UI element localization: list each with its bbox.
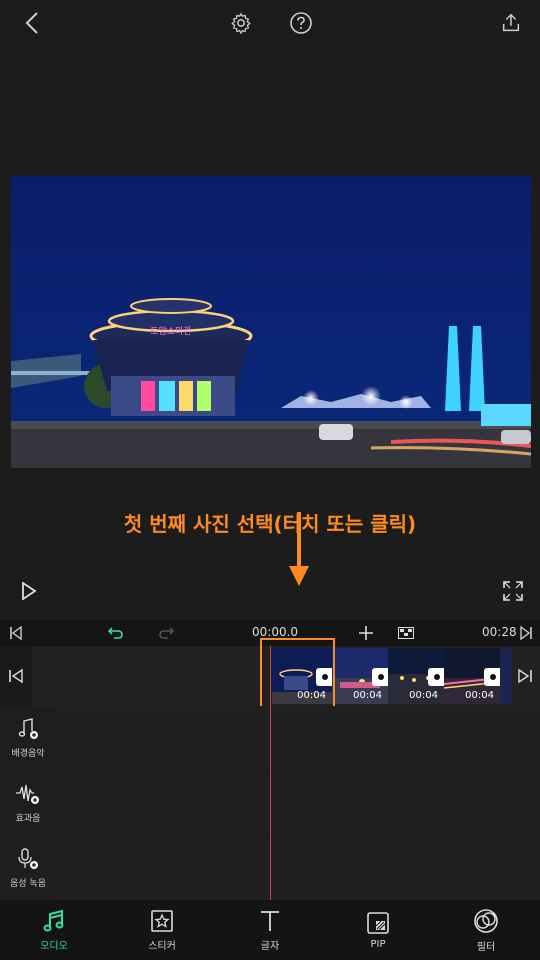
filter-icon: [474, 908, 498, 933]
question-circle-icon[interactable]: [286, 8, 316, 38]
clip-thumbnail[interactable]: 00:04: [444, 648, 500, 704]
sticker-star-icon: [151, 909, 173, 932]
selection-highlight: [260, 638, 335, 714]
fullscreen-icon[interactable]: [498, 576, 528, 606]
bgm-track-header[interactable]: 배경음악: [0, 706, 56, 770]
transition-marker[interactable]: [428, 668, 444, 686]
voice-track-lane[interactable]: [56, 836, 540, 900]
transition-marker[interactable]: [484, 668, 500, 686]
undo-icon[interactable]: [104, 623, 128, 643]
tab-label: 글자: [260, 940, 280, 952]
tab-label: 스티커: [148, 940, 176, 952]
clip-duration: 00:04: [353, 690, 382, 701]
sfx-track-header[interactable]: 효과음: [0, 771, 56, 835]
clip-duration: 00:04: [465, 690, 494, 701]
track-label: 음성 녹음: [10, 878, 46, 889]
pip-icon: [367, 911, 389, 934]
tab-text[interactable]: 글자: [216, 900, 324, 960]
gear-icon[interactable]: [226, 8, 256, 38]
tab-filter[interactable]: 필터: [432, 900, 540, 960]
music-icon: [43, 909, 64, 931]
tab-label: PIP: [370, 938, 386, 950]
building-sign: 토망소마관: [150, 326, 191, 337]
aspect-ratio-icon[interactable]: [394, 623, 418, 643]
clip-thumbnail[interactable]: 00:04: [332, 648, 388, 704]
tab-sticker[interactable]: 스티커: [108, 900, 216, 960]
track-label: 배경음악: [11, 748, 45, 759]
instruction-text: 첫 번째 사진 선택(터치 또는 클릭): [123, 512, 417, 536]
playhead[interactable]: [270, 646, 271, 900]
track-label: 효과음: [15, 813, 41, 824]
waveform-add-icon: [16, 784, 39, 804]
top-toolbar: [0, 0, 540, 46]
tab-label: 오디오: [40, 940, 68, 952]
skip-end-icon[interactable]: [514, 623, 538, 643]
bgm-track-lane[interactable]: [56, 706, 540, 770]
prev-frame-icon[interactable]: [0, 646, 32, 706]
microphone-add-icon: [18, 847, 38, 869]
music-note-add-icon: [18, 717, 38, 739]
down-arrow-icon: [289, 512, 309, 586]
tab-audio[interactable]: 오디오: [0, 900, 108, 960]
redo-icon[interactable]: [154, 623, 178, 643]
add-clip-icon[interactable]: [354, 623, 378, 643]
clip-thumbnail-partial[interactable]: [500, 648, 512, 704]
skip-start-icon[interactable]: [4, 623, 28, 643]
total-time: 00:28: [482, 625, 517, 639]
next-frame-icon[interactable]: [512, 664, 538, 688]
sfx-track-lane[interactable]: [56, 771, 540, 835]
tab-pip[interactable]: PIP: [324, 900, 432, 960]
preview-photo[interactable]: 토망소마관: [11, 176, 531, 468]
back-icon[interactable]: [18, 8, 46, 38]
current-time: 00:00.0: [252, 625, 299, 639]
play-icon[interactable]: [14, 576, 44, 606]
transition-marker[interactable]: [372, 668, 388, 686]
text-t-icon: [261, 910, 279, 931]
voice-track-header[interactable]: 음성 녹음: [0, 836, 56, 900]
clip-thumbnail[interactable]: 00:04: [388, 648, 444, 704]
clip-duration: 00:04: [409, 690, 438, 701]
share-upload-icon[interactable]: [496, 8, 526, 38]
bottom-nav: 오디오 스티커 글자 PIP 필터: [0, 900, 540, 960]
video-preview: 토망소마관 첫 번째 사진 선택(터치 또는 클릭): [0, 46, 540, 616]
tab-label: 필터: [476, 941, 496, 953]
